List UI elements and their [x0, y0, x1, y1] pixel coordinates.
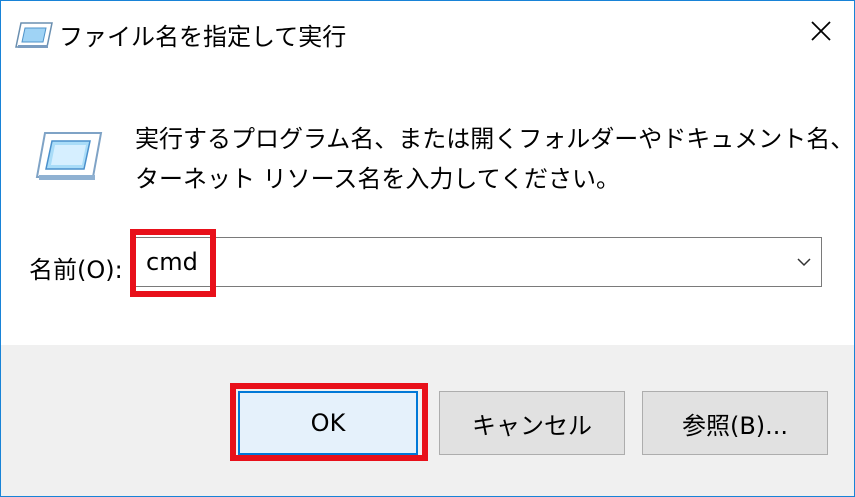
name-label: 名前(O):: [29, 256, 123, 284]
command-input-value[interactable]: cmd: [146, 248, 198, 276]
instruction-text: 実行するプログラム名、または開くフォルダーやドキュメント名、イン ターネット リ…: [135, 119, 855, 199]
run-dialog-icon: [33, 129, 103, 185]
button-bar: OK キャンセル 参照(B)...: [1, 345, 854, 496]
browse-button[interactable]: 参照(B)...: [642, 391, 828, 455]
cancel-button[interactable]: キャンセル: [439, 391, 625, 455]
close-icon: [810, 20, 832, 46]
close-button[interactable]: [788, 1, 854, 65]
chevron-down-icon[interactable]: [795, 253, 813, 271]
run-dialog-window: ファイル名を指定して実行 実行するプログラム名、または開くフォルダーやドキュメン…: [0, 0, 855, 497]
window-title: ファイル名を指定して実行: [59, 23, 347, 51]
instruction-line: 実行するプログラム名、または開くフォルダーやドキュメント名、イン: [135, 125, 855, 153]
dialog-body: 実行するプログラム名、または開くフォルダーやドキュメント名、イン ターネット リ…: [1, 67, 854, 345]
instruction-line: ターネット リソース名を入力してください。: [135, 165, 620, 193]
command-input[interactable]: cmd: [130, 237, 822, 287]
run-dialog-icon: [15, 20, 53, 50]
title-bar[interactable]: ファイル名を指定して実行: [1, 1, 854, 67]
ok-button[interactable]: OK: [238, 391, 418, 455]
